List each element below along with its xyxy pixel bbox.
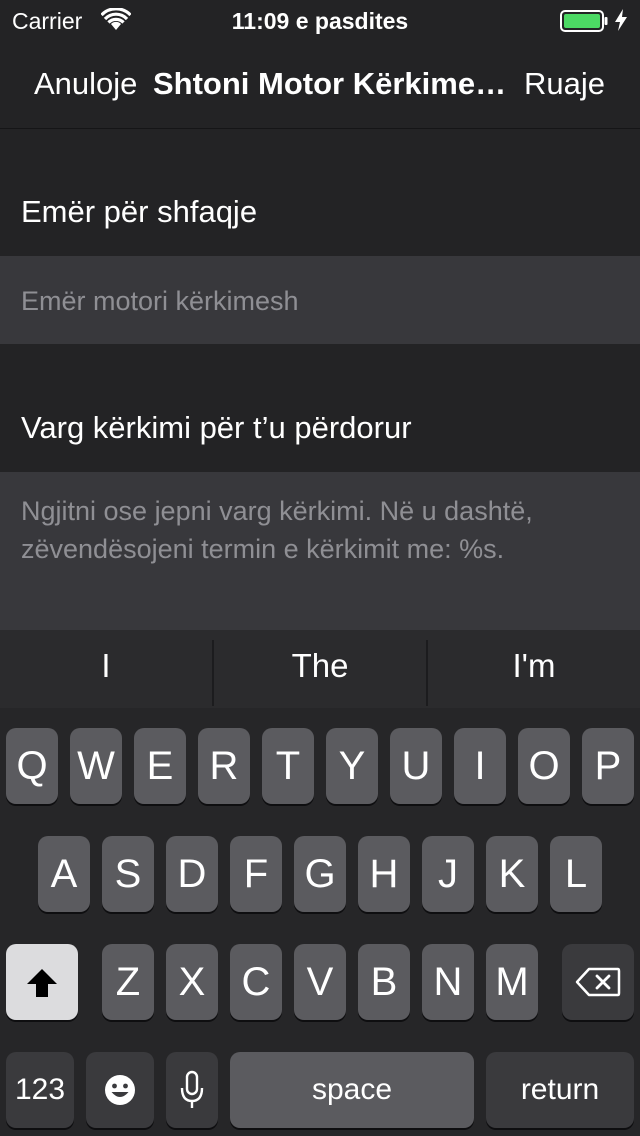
key-d[interactable]: D [166, 836, 218, 912]
key-o[interactable]: O [518, 728, 570, 804]
search-string-field[interactable]: Ngjitni ose jepni varg kërkimi. Në u das… [0, 472, 640, 630]
status-bar: Carrier 11:09 e pasdites [0, 0, 640, 40]
key-e[interactable]: E [134, 728, 186, 804]
suggestion-item[interactable]: I'm [428, 630, 640, 708]
key-z[interactable]: Z [102, 944, 154, 1020]
key-f[interactable]: F [230, 836, 282, 912]
key-q[interactable]: Q [6, 728, 58, 804]
cancel-button[interactable]: Anuloje [34, 66, 137, 102]
keyboard: Q W E R T Y U I O P A S D F G H J K L Z … [0, 708, 640, 1136]
predictive-suggestions-bar: I The I'm [0, 630, 640, 708]
key-w[interactable]: W [70, 728, 122, 804]
key-n[interactable]: N [422, 944, 474, 1020]
url-section-label: Varg kërkimi për t’u përdorur [21, 410, 412, 445]
charging-bolt-icon [615, 9, 627, 31]
key-t[interactable]: T [262, 728, 314, 804]
return-key[interactable]: return [486, 1052, 634, 1128]
navigation-bar: Anuloje Shtoni Motor Kërkimesh Ruaje [0, 40, 640, 129]
clock-time: 11:09 e pasdites [231, 8, 409, 34]
numbers-key[interactable]: 123 [6, 1052, 74, 1128]
key-i[interactable]: I [454, 728, 506, 804]
key-a[interactable]: A [38, 836, 90, 912]
key-x[interactable]: X [166, 944, 218, 1020]
key-b[interactable]: B [358, 944, 410, 1020]
dictation-key[interactable] [166, 1052, 218, 1128]
name-field-placeholder: Emër motori kërkimesh [21, 286, 299, 316]
save-button[interactable]: Ruaje [524, 66, 605, 102]
emoji-key[interactable] [86, 1052, 154, 1128]
key-l[interactable]: L [550, 836, 602, 912]
page-title: Shtoni Motor Kërkimesh [153, 66, 508, 101]
key-m[interactable]: M [486, 944, 538, 1020]
url-placeholder-line-1: Ngjitni ose jepni varg kërkimi. Në u das… [21, 496, 533, 526]
backspace-icon [575, 967, 621, 997]
suggestion-item[interactable]: I [0, 630, 212, 708]
key-s[interactable]: S [102, 836, 154, 912]
battery-icon [560, 10, 608, 32]
key-u[interactable]: U [390, 728, 442, 804]
url-placeholder-line-2: zëvendësojeni termin e kërkimit me: %s. [21, 534, 505, 564]
search-engine-name-field[interactable]: Emër motori kërkimesh [0, 256, 640, 344]
microphone-icon [180, 1070, 204, 1108]
key-c[interactable]: C [230, 944, 282, 1020]
key-y[interactable]: Y [326, 728, 378, 804]
key-k[interactable]: K [486, 836, 538, 912]
shift-arrow-icon [27, 969, 57, 997]
key-j[interactable]: J [422, 836, 474, 912]
key-r[interactable]: R [198, 728, 250, 804]
shift-key[interactable] [6, 944, 78, 1020]
key-p[interactable]: P [582, 728, 634, 804]
key-h[interactable]: H [358, 836, 410, 912]
delete-key[interactable] [562, 944, 634, 1020]
key-g[interactable]: G [294, 836, 346, 912]
name-section-label: Emër për shfaqje [21, 194, 258, 229]
space-key[interactable]: space [230, 1052, 474, 1128]
key-v[interactable]: V [294, 944, 346, 1020]
emoji-icon [105, 1075, 135, 1105]
suggestion-item[interactable]: The [214, 630, 426, 708]
